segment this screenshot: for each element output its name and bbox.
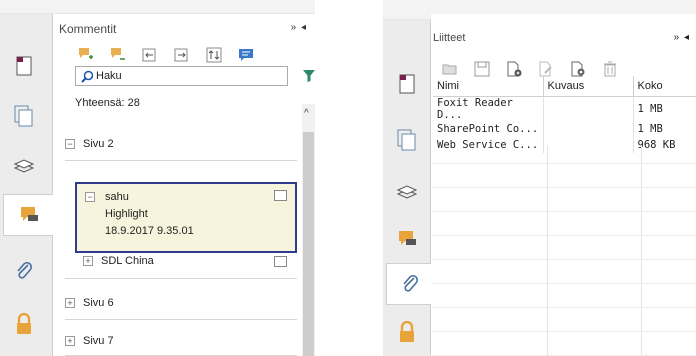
import-icon[interactable] <box>141 46 159 64</box>
group-label: Sivu 6 <box>83 297 114 309</box>
group-sivu-7[interactable]: + Sivu 7 <box>65 330 297 352</box>
divider <box>65 319 297 320</box>
table-row[interactable]: SharePoint Co... 1 MB <box>433 120 696 137</box>
export-icon[interactable] <box>173 46 191 64</box>
comment-type: Highlight <box>105 208 148 220</box>
grid-line <box>641 146 642 356</box>
panel-controls[interactable]: » ◂ <box>291 22 307 33</box>
column-header-name[interactable]: Nimi <box>433 76 544 97</box>
cell-name: SharePoint Co... <box>433 120 544 137</box>
attachments-panel: Liitteet » ◂ Nimi Kuvaus Koko Foxit Read… <box>383 0 696 356</box>
attachments-body: Liitteet » ◂ Nimi Kuvaus Koko Foxit Read… <box>431 14 696 356</box>
comment-checkbox[interactable] <box>274 190 287 201</box>
grid-line <box>433 307 696 308</box>
comments-toolbar <box>77 46 255 64</box>
collapse-icon[interactable]: − <box>65 139 75 149</box>
pages-icon[interactable] <box>11 104 37 128</box>
security-lock-icon[interactable] <box>394 320 420 344</box>
attachments-icon[interactable] <box>386 263 432 305</box>
cell-description <box>543 96 634 121</box>
grid-line <box>433 331 696 332</box>
filter-icon[interactable] <box>303 70 315 85</box>
collapse-icon[interactable]: − <box>85 192 95 202</box>
expand-icon[interactable]: + <box>83 256 93 266</box>
scroll-thumb[interactable] <box>303 132 314 356</box>
table-row[interactable]: Foxit Reader D... 1 MB <box>433 96 696 121</box>
comment-timestamp: 18.9.2017 9.35.01 <box>105 225 194 237</box>
expand-icon[interactable]: + <box>65 298 75 308</box>
expand-all-icon[interactable] <box>77 46 95 64</box>
pages-icon[interactable] <box>394 128 420 152</box>
column-header-description[interactable]: Kuvaus <box>543 76 634 97</box>
comment-author: sahu <box>105 191 129 203</box>
sub-item-label: SDL China <box>101 255 154 267</box>
search-placeholder: Haku <box>96 70 122 82</box>
comment-count: Yhteensä: 28 <box>75 97 140 109</box>
scrollbar[interactable]: ^ <box>302 104 315 356</box>
group-sivu-2[interactable]: − Sivu 2 <box>65 133 297 155</box>
expand-icon[interactable]: + <box>65 336 75 346</box>
comment-options-icon[interactable] <box>237 46 255 64</box>
divider <box>65 160 297 161</box>
page-thumbnails-icon[interactable] <box>11 54 37 78</box>
grid-line <box>433 211 696 212</box>
comments-body: Kommentit » ◂ Haku Yhteensä: 28 ^ − Sivu… <box>53 14 315 356</box>
item-checkbox[interactable] <box>274 255 287 267</box>
sort-icon[interactable] <box>205 46 223 64</box>
empty-table-area <box>433 146 696 356</box>
comments-icon[interactable] <box>3 194 54 236</box>
grid-line <box>433 235 696 236</box>
column-header-size[interactable]: Koko <box>633 76 696 97</box>
divider <box>65 278 297 279</box>
attachments-table: Nimi Kuvaus Koko Foxit Reader D... 1 MB … <box>433 76 696 153</box>
navigation-strip <box>0 14 54 356</box>
panel-controls[interactable]: » ◂ <box>674 32 690 43</box>
selected-comment[interactable]: − sahu Highlight 18.9.2017 9.35.01 <box>75 182 297 253</box>
panel-title: Liitteet <box>433 32 466 44</box>
collapse-all-icon[interactable] <box>109 46 127 64</box>
cell-size: 1 MB <box>633 96 696 121</box>
grid-line <box>433 187 696 188</box>
group-sivu-6[interactable]: + Sivu 6 <box>65 292 297 314</box>
group-label: Sivu 7 <box>83 335 114 347</box>
navigation-strip <box>383 20 432 356</box>
group-label: Sivu 2 <box>83 138 114 150</box>
scroll-up-icon[interactable]: ^ <box>304 108 309 119</box>
security-lock-icon[interactable] <box>11 312 37 336</box>
page-thumbnails-icon[interactable] <box>394 72 420 96</box>
layers-icon[interactable] <box>11 154 37 178</box>
grid-line <box>433 283 696 284</box>
cell-description <box>543 120 634 137</box>
grid-line <box>433 259 696 260</box>
panel-title: Kommentit <box>59 22 117 36</box>
top-band <box>0 0 315 14</box>
search-input[interactable]: Haku <box>75 66 288 86</box>
layers-icon[interactable] <box>394 180 420 204</box>
sub-item-sdl-china[interactable]: + SDL China <box>75 250 297 272</box>
comments-panel: Kommentit » ◂ Haku Yhteensä: 28 ^ − Sivu… <box>0 0 315 356</box>
comments-icon[interactable] <box>394 227 420 251</box>
cell-name: Foxit Reader D... <box>433 96 544 121</box>
cell-size: 1 MB <box>633 120 696 137</box>
grid-line <box>547 146 548 356</box>
attachments-icon[interactable] <box>11 259 37 283</box>
grid-line <box>433 163 696 164</box>
search-icon <box>81 70 94 83</box>
